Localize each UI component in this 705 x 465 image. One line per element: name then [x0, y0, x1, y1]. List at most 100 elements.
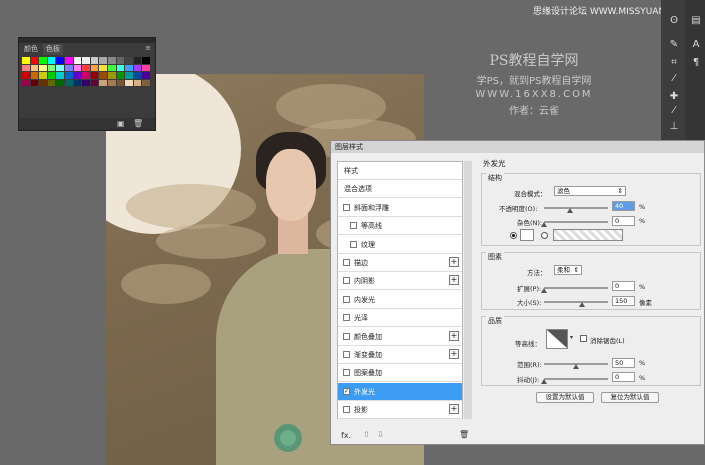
color-swatch[interactable]: [90, 64, 99, 71]
stamp-icon[interactable]: ⊥: [665, 120, 683, 134]
opacity-slider-knob[interactable]: [566, 208, 573, 213]
jitter-slider-knob[interactable]: [541, 379, 547, 384]
color-swatch[interactable]: [65, 79, 73, 86]
color-swatch[interactable]: [30, 64, 39, 71]
character-icon[interactable]: A: [687, 38, 705, 52]
style-list-item[interactable]: 渐变叠加 +: [338, 346, 462, 364]
color-swatch[interactable]: [108, 79, 116, 86]
style-list-item[interactable]: 混合选项: [338, 180, 462, 199]
color-swatch[interactable]: [90, 79, 99, 86]
panel-menu-icon[interactable]: ≡: [145, 44, 151, 52]
color-swatch[interactable]: [125, 72, 133, 79]
chevron-down-icon[interactable]: ▾: [570, 334, 573, 341]
color-swatch[interactable]: [56, 64, 64, 71]
panel-header[interactable]: [19, 38, 155, 43]
reset-default-button[interactable]: 复位为默认值: [601, 392, 659, 403]
noise-slider[interactable]: [544, 221, 608, 223]
color-swatch[interactable]: [116, 72, 125, 79]
style-list-item[interactable]: 光泽: [338, 309, 462, 328]
noise-field[interactable]: 0: [612, 216, 635, 226]
trash-icon[interactable]: 🗑: [133, 119, 143, 128]
quick-select-icon[interactable]: ✎: [665, 38, 683, 52]
make-default-button[interactable]: 设置为默认值: [536, 392, 594, 403]
color-swatch[interactable]: [142, 57, 150, 64]
brush-icon[interactable]: ⁄: [665, 104, 683, 118]
style-list-item[interactable]: 斜面和浮雕: [338, 199, 462, 217]
color-swatch[interactable]: [39, 57, 47, 64]
size-slider-knob[interactable]: [579, 302, 586, 307]
color-swatch[interactable]: [22, 64, 30, 71]
spread-slider[interactable]: [544, 287, 608, 289]
opacity-slider[interactable]: [544, 207, 608, 209]
style-checkbox[interactable]: [350, 240, 357, 248]
style-checkbox[interactable]: [343, 369, 350, 377]
color-swatch[interactable]: [133, 64, 142, 71]
eyedropper-icon[interactable]: ⁄: [665, 72, 683, 86]
layers-icon[interactable]: ▤: [687, 14, 705, 28]
color-swatch[interactable]: [133, 57, 142, 64]
style-checkbox[interactable]: [343, 259, 350, 266]
color-swatch[interactable]: [108, 57, 116, 64]
color-swatch[interactable]: [82, 57, 90, 64]
range-field[interactable]: 50: [612, 358, 635, 368]
color-swatch[interactable]: [90, 57, 99, 64]
jitter-slider[interactable]: [544, 378, 608, 380]
spread-field[interactable]: 0: [612, 281, 635, 291]
opacity-field[interactable]: 40: [612, 201, 635, 211]
fx-button[interactable]: fx.: [341, 431, 351, 440]
color-swatch[interactable]: [39, 72, 47, 79]
dialog-title[interactable]: 图层样式: [331, 141, 704, 153]
style-list-item[interactable]: 样式: [338, 162, 462, 180]
style-list-item[interactable]: 颜色叠加 +: [338, 328, 462, 346]
style-list-item[interactable]: 图案叠加: [338, 364, 462, 383]
color-swatch[interactable]: [47, 72, 56, 79]
style-checkbox[interactable]: [343, 203, 350, 211]
color-swatch[interactable]: [133, 72, 142, 79]
spread-slider-knob[interactable]: [541, 288, 547, 293]
add-icon[interactable]: +: [449, 257, 459, 267]
antialias-checkbox[interactable]: [580, 335, 587, 342]
blend-mode-select[interactable]: 滤色 ⇕: [554, 186, 626, 196]
new-swatch-icon[interactable]: ▣: [117, 119, 125, 128]
trash-icon[interactable]: 🗑: [459, 430, 469, 439]
color-swatch[interactable]: [65, 72, 73, 79]
color-swatch[interactable]: [47, 79, 56, 86]
method-select[interactable]: 柔和 ⇕: [554, 265, 582, 275]
tab-swatches[interactable]: 色板: [43, 44, 63, 55]
style-list-item[interactable]: 纹理: [338, 236, 462, 254]
add-icon[interactable]: +: [449, 330, 459, 341]
color-swatch[interactable]: [56, 57, 64, 64]
color-swatch[interactable]: [133, 79, 142, 86]
color-swatch[interactable]: [73, 64, 82, 71]
add-icon[interactable]: +: [449, 349, 459, 359]
color-swatch[interactable]: [142, 79, 150, 86]
color-swatch[interactable]: [99, 64, 107, 71]
style-list-item[interactable]: ✓ 外发光: [338, 382, 462, 401]
color-swatch[interactable]: [47, 64, 56, 71]
style-list-item[interactable]: 内发光: [338, 291, 462, 309]
style-checkbox[interactable]: [343, 351, 350, 358]
paragraph-icon[interactable]: ¶: [687, 56, 705, 70]
add-icon[interactable]: +: [449, 404, 459, 415]
color-swatch[interactable]: [116, 64, 125, 71]
color-swatch[interactable]: [73, 57, 82, 64]
add-icon[interactable]: +: [449, 275, 459, 286]
color-swatch[interactable]: [73, 72, 82, 79]
color-swatch[interactable]: [73, 79, 82, 86]
color-swatch[interactable]: [22, 79, 30, 86]
noise-slider-knob[interactable]: [541, 222, 547, 227]
style-list-item[interactable]: 等高线: [338, 217, 462, 236]
color-swatch[interactable]: [142, 64, 150, 71]
color-swatch[interactable]: [82, 64, 90, 71]
color-swatch[interactable]: [90, 72, 99, 79]
healing-icon[interactable]: ✚: [665, 90, 683, 104]
move-down-icon[interactable]: ⇩: [377, 430, 384, 439]
style-list-scrollbar[interactable]: [464, 161, 472, 419]
gradient-radio[interactable]: [541, 232, 548, 239]
size-field[interactable]: 150: [612, 296, 635, 306]
style-checkbox[interactable]: [343, 314, 350, 322]
color-swatch[interactable]: [99, 72, 107, 79]
color-swatch[interactable]: [56, 72, 64, 79]
color-radio[interactable]: [510, 232, 517, 239]
contour-preview[interactable]: [546, 329, 568, 349]
